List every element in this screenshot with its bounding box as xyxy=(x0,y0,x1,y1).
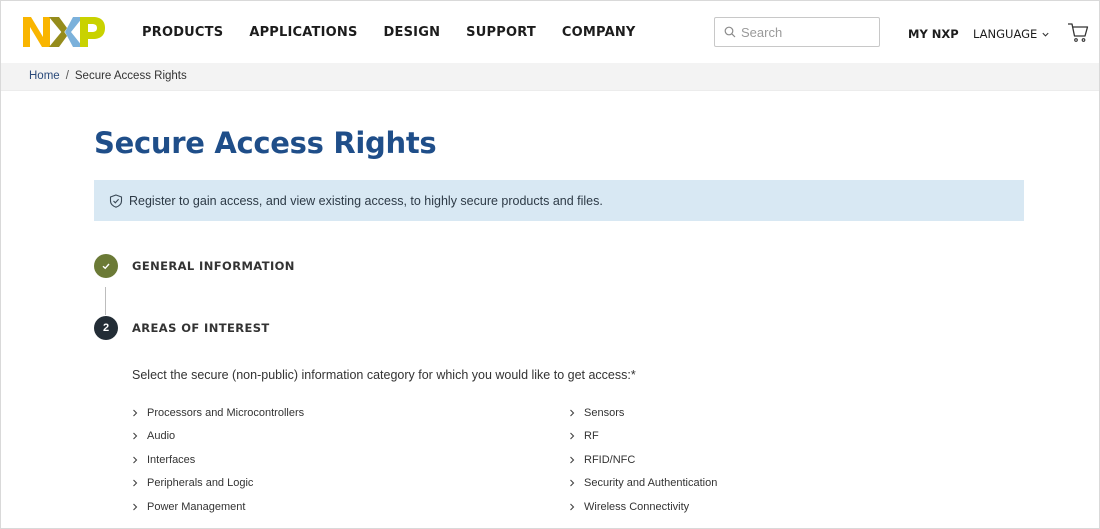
nav-company[interactable]: COMPANY xyxy=(562,25,636,40)
language-selector[interactable]: LANGUAGE xyxy=(973,27,1050,41)
chevron-right-icon xyxy=(570,432,575,440)
chevron-right-icon xyxy=(133,432,138,440)
chevron-down-icon xyxy=(1042,32,1049,37)
language-label: LANGUAGE xyxy=(973,27,1038,41)
category-item[interactable]: RF xyxy=(568,425,717,449)
step-areas-of-interest[interactable]: 2 AREAS OF INTEREST xyxy=(94,316,270,340)
chevron-right-icon xyxy=(133,503,138,511)
step-general-information[interactable]: GENERAL INFORMATION xyxy=(94,254,295,278)
nav-products[interactable]: PRODUCTS xyxy=(142,25,223,40)
step-complete-badge xyxy=(94,254,118,278)
notice-text: Register to gain access, and view existi… xyxy=(129,193,603,208)
category-label: Audio xyxy=(147,430,176,443)
step-connector xyxy=(105,287,106,315)
search-box[interactable] xyxy=(714,17,880,47)
search-icon xyxy=(724,26,736,38)
chevron-right-icon xyxy=(570,456,575,464)
category-prompt: Select the secure (non-public) informati… xyxy=(132,368,636,382)
step-label: GENERAL INFORMATION xyxy=(132,259,295,273)
breadcrumb-current: Secure Access Rights xyxy=(74,70,187,82)
chevron-right-icon xyxy=(133,479,138,487)
category-item[interactable]: Power Management xyxy=(131,495,304,519)
category-label: Processors and Microcontrollers xyxy=(147,406,305,419)
shield-check-icon xyxy=(109,193,123,208)
category-item[interactable]: Interfaces xyxy=(131,448,304,472)
info-notice: Register to gain access, and view existi… xyxy=(94,180,1024,221)
step-number-badge: 2 xyxy=(94,316,118,340)
checkmark-icon xyxy=(102,263,110,270)
chevron-right-icon xyxy=(570,503,575,511)
category-item[interactable]: Security and Authentication xyxy=(568,472,717,496)
nav-design[interactable]: DESIGN xyxy=(384,25,441,40)
category-item[interactable]: Audio xyxy=(131,425,304,449)
chevron-right-icon xyxy=(133,409,138,417)
cart-icon[interactable] xyxy=(1067,21,1089,43)
category-label: Peripherals and Logic xyxy=(147,477,254,490)
chevron-right-icon xyxy=(570,479,575,487)
page-frame: PRODUCTS APPLICATIONS DESIGN SUPPORT COM… xyxy=(0,0,1100,529)
search-input[interactable] xyxy=(741,24,871,40)
breadcrumb-separator: / xyxy=(65,70,69,82)
chevron-right-icon xyxy=(133,456,138,464)
nav-support[interactable]: SUPPORT xyxy=(466,25,536,40)
category-label: Power Management xyxy=(147,500,246,513)
nxp-logo[interactable] xyxy=(23,13,105,51)
category-label: RFID/NFC xyxy=(584,453,636,466)
category-label: RF xyxy=(584,430,599,443)
category-label: Wireless Connectivity xyxy=(584,500,690,513)
step-label: AREAS OF INTEREST xyxy=(132,321,270,335)
category-list-left: Processors and Microcontrollers Audio In… xyxy=(131,401,304,519)
breadcrumb-home[interactable]: Home xyxy=(29,70,60,82)
site-header: PRODUCTS APPLICATIONS DESIGN SUPPORT COM… xyxy=(1,1,1099,63)
breadcrumb: Home / Secure Access Rights xyxy=(29,70,187,82)
category-item[interactable]: Sensors xyxy=(568,401,717,425)
category-item[interactable]: Peripherals and Logic xyxy=(131,472,304,496)
category-item[interactable]: Processors and Microcontrollers xyxy=(131,401,304,425)
category-list-right: Sensors RF RFID/NFC Security and Authent… xyxy=(568,401,717,519)
category-label: Sensors xyxy=(584,406,625,419)
page-title: Secure Access Rights xyxy=(94,126,437,160)
category-item[interactable]: Wireless Connectivity xyxy=(568,495,717,519)
chevron-right-icon xyxy=(570,409,575,417)
my-nxp-link[interactable]: MY NXP xyxy=(908,27,959,41)
main-nav: PRODUCTS APPLICATIONS DESIGN SUPPORT COM… xyxy=(142,25,662,40)
nav-applications[interactable]: APPLICATIONS xyxy=(249,25,357,40)
category-label: Interfaces xyxy=(147,453,196,466)
breadcrumb-bar: Home / Secure Access Rights xyxy=(1,63,1099,91)
category-item[interactable]: RFID/NFC xyxy=(568,448,717,472)
category-label: Security and Authentication xyxy=(584,477,718,490)
